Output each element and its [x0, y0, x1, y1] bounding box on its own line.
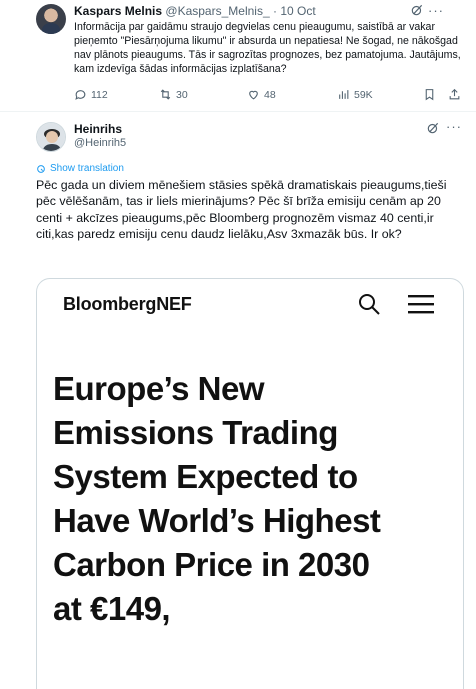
grok-icon[interactable]	[426, 121, 440, 135]
author-handle[interactable]: @Kaspars_Melnis_	[165, 4, 269, 18]
bookmark-icon	[425, 89, 434, 101]
share-icon	[449, 88, 460, 100]
grok-icon[interactable]	[410, 3, 424, 17]
like-count: 48	[264, 88, 276, 101]
repost-button[interactable]: 30	[159, 88, 188, 101]
search-icon	[359, 294, 380, 315]
tweet-heinrihs[interactable]: Heinrihs @Heinrih5 ··· Show translation …	[0, 113, 476, 689]
show-translation-link[interactable]: Show translation	[36, 163, 124, 174]
author-name[interactable]: Kaspars Melnis	[74, 4, 162, 18]
separator: ·	[272, 4, 277, 18]
author-name[interactable]: Heinrihs	[74, 122, 122, 136]
tweet-actions: 112 30 48 59K	[74, 88, 464, 104]
more-options-icon[interactable]: ···	[446, 119, 462, 134]
hamburger-menu-icon	[408, 295, 434, 314]
reply-button[interactable]: 112	[74, 88, 108, 101]
avatar-kaspars[interactable]	[36, 4, 66, 34]
repost-count: 30	[176, 88, 188, 101]
views-icon	[339, 90, 349, 99]
article-headline: Europe’s New Emissions Trading System Ex…	[53, 370, 381, 627]
tweet-text: Pēc gada un diviem mēnešiem stāsies spēk…	[36, 178, 447, 242]
tweet-text: Informācija par gaidāmu straujo degviela…	[74, 21, 461, 75]
tweet-header: Kaspars Melnis @Kaspars_Melnis_ · 10 Oct	[74, 4, 316, 18]
more-options-icon[interactable]: ···	[428, 3, 444, 18]
avatar-portrait-icon	[37, 123, 65, 151]
bnef-logo: BloombergNEF	[63, 294, 192, 314]
like-button[interactable]: 48	[247, 88, 276, 101]
translate-icon	[37, 164, 45, 173]
reply-count: 112	[91, 88, 108, 101]
heart-icon	[249, 90, 258, 100]
views-count: 59K	[354, 88, 373, 101]
timestamp[interactable]: 10 Oct	[280, 4, 315, 18]
bookmark-button[interactable]	[423, 88, 436, 101]
article-card[interactable]: BloombergNEF Europe’s New Emissions Trad…	[36, 278, 464, 689]
views-button[interactable]: 59K	[337, 88, 373, 101]
avatar-heinrihs[interactable]	[36, 122, 66, 152]
show-translation-label[interactable]: Show translation	[50, 163, 124, 174]
share-button[interactable]	[448, 88, 461, 101]
repost-icon	[160, 89, 171, 100]
reply-icon	[75, 90, 86, 100]
author-handle[interactable]: @Heinrih5	[74, 137, 126, 149]
tweet-kaspars[interactable]: Kaspars Melnis @Kaspars_Melnis_ · 10 Oct…	[0, 0, 476, 112]
